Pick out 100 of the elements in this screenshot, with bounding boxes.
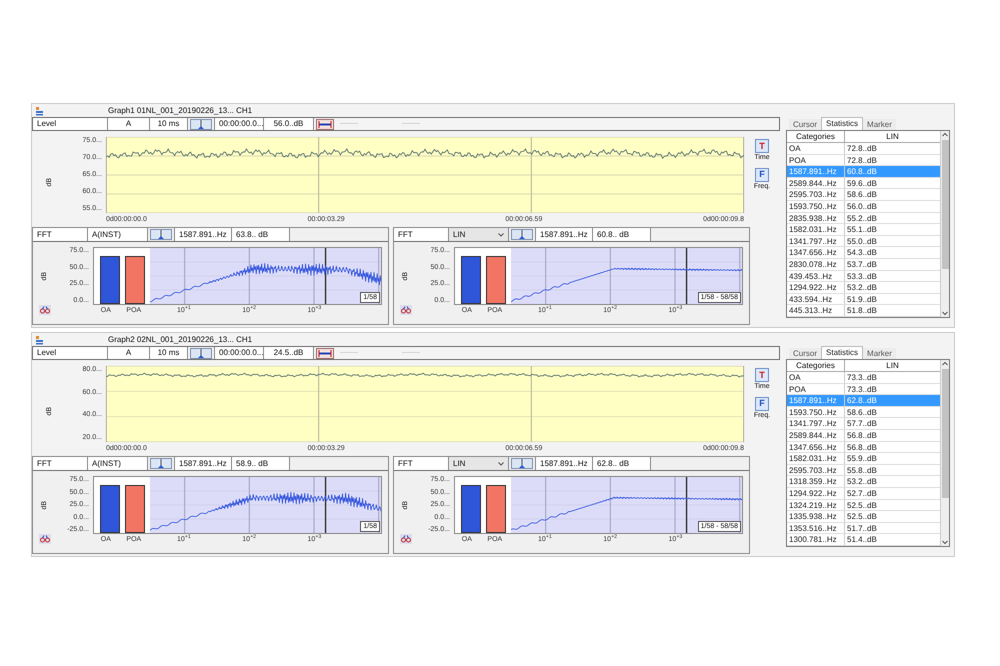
chevron-down-icon [498,462,504,466]
weighting-dropdown[interactable]: LIN [449,457,509,470]
panel-tab[interactable]: Statistics [821,117,864,130]
statistics-row[interactable]: 439.453..Hz 53.3..dB [787,270,940,282]
value-cell-text: 53.7..dB [846,258,878,270]
statistics-row[interactable]: POA 72.8..dB [787,154,940,166]
category-cell: 2595.703..Hz [787,464,845,476]
overall-level-bar [124,256,144,304]
cursor-marker-icon[interactable] [190,118,212,130]
view-toggle-button[interactable]: F [755,168,769,182]
glasses-icon[interactable] [39,305,51,315]
value-cell-text: 55.1..dB [846,224,878,235]
panel-tab[interactable]: Cursor [789,119,822,130]
chevron-up-icon[interactable] [942,131,948,139]
statistics-row[interactable]: 1318.359..Hz 53.2..dB [787,476,940,488]
statistics-row[interactable]: 1347.656..Hz 54.3..dB [787,247,940,259]
cursor-marker-icon[interactable] [150,458,172,469]
cursor-marker-icon[interactable] [190,348,212,358]
range-icon[interactable] [316,118,334,130]
statistics-row[interactable]: 1294.922..Hz 53.2..dB [787,282,940,294]
value-cell-text: 72.8..dB [846,143,878,154]
statistics-row[interactable]: POA 73.3..dB [787,384,940,396]
statistics-row[interactable]: 1324.219..Hz 52.5..dB [787,500,940,512]
scrollbar[interactable] [940,360,949,546]
category-cell: 445.313..Hz [787,305,845,316]
value-cell-text: 51.9..dB [846,294,878,304]
value-cell-text: 59.6..dB [846,178,878,188]
category-cell: 1593.750..Hz [787,406,845,418]
panel-tab[interactable]: Statistics [821,346,864,359]
glasses-icon[interactable] [39,534,51,544]
category-cell: 2589.844..Hz [787,430,845,441]
chevron-down-icon[interactable] [942,308,948,317]
panel-tab[interactable]: Cursor [789,348,822,359]
statistics-row[interactable]: 1582.031..Hz 55.9..dB [787,453,940,465]
statistics-row[interactable]: 1300.781..Hz 51.4..dB [787,534,940,546]
value-field: 62.8.. dB [593,457,651,470]
overall-level-bar [460,485,480,533]
statistics-row[interactable]: 1341.797..Hz 57.7..dB [787,418,940,430]
weighting-dropdown[interactable]: LIN [449,228,509,241]
chevron-down-icon[interactable] [942,538,948,546]
overall-level-bar [460,256,480,304]
value-field: 63.8.. dB [232,228,290,241]
statistics-row[interactable]: 1582.031..Hz 55.1..dB [787,224,940,236]
frequency-field: 1587.891..Hz [535,457,593,470]
view-toggle-button[interactable]: T [754,139,769,153]
statistics-row[interactable]: OA 72.8..dB [787,143,940,155]
category-cell: POA [787,384,845,394]
category-cell: OA [787,372,845,383]
statistics-row[interactable]: 445.313..Hz 51.8..dB [787,305,940,317]
category-cell: 2835.938..Hz [787,212,845,224]
statistics-row[interactable]: 2595.703..Hz 58.6..dB [787,189,940,201]
statistics-row[interactable]: 2830.078..Hz 53.7..dB [787,258,940,271]
statistics-row[interactable]: 1593.750..Hz 58.6..dB [787,406,940,418]
cursor-marker-icon[interactable] [150,229,172,240]
column-header[interactable]: Categories [787,131,845,142]
column-header[interactable]: LIN [845,360,940,371]
scrollbar[interactable] [940,131,949,317]
frequency-field: 1587.891..Hz [174,228,232,241]
statistics-row[interactable]: 1294.922..Hz 52.7..dB [787,488,940,500]
value-cell-text: 55.9..dB [846,453,878,464]
value-cell-text: 55.8..dB [846,464,878,476]
category-cell: 2595.703..Hz [787,189,845,200]
category-cell: 1593.750..Hz [787,200,845,212]
value-cell-text: 52.5..dB [846,511,878,522]
category-cell: 1294.922..Hz [787,488,845,499]
weighting-field: A [108,118,150,130]
value-cell-text: 51.7..dB [846,522,878,534]
value-cell-text: 60.8..dB [846,166,878,177]
glasses-icon[interactable] [400,534,412,544]
value-field: 58.9.. dB [232,457,290,470]
statistics-row[interactable]: 2835.938..Hz 55.2..dB [787,212,940,224]
view-toggle-button[interactable]: T [754,368,769,382]
glasses-icon[interactable] [400,305,412,315]
statistics-row[interactable]: OA 73.3..dB [787,372,940,384]
interval-field: 10 ms [150,347,188,359]
mode-field: Level [33,118,108,130]
chevron-up-icon[interactable] [942,360,948,368]
column-header[interactable]: LIN [845,131,940,142]
value-field: 60.8.. dB [593,228,651,241]
statistics-row[interactable]: 1593.750..Hz 56.0..dB [787,200,940,213]
statistics-row[interactable]: 433.594..Hz 51.9..dB [787,294,940,306]
column-header[interactable]: Categories [787,360,845,371]
statistics-row[interactable]: 1335.938..Hz 52.5..dB [787,511,940,523]
value-cell-text: 58.6..dB [846,189,878,200]
category-cell: 1347.656..Hz [787,442,845,452]
statistics-row[interactable]: 2589.844..Hz 59.6..dB [787,178,940,190]
panel-tab[interactable]: Marker [863,119,896,130]
overall-level-bar [100,485,120,533]
view-toggle-button[interactable]: F [755,396,769,410]
cursor-marker-icon[interactable] [511,229,533,240]
weighting-field: A [108,347,150,359]
category-cell: 1300.781..Hz [787,534,845,545]
statistics-row[interactable]: 2595.703..Hz 55.8..dB [787,464,940,476]
statistics-row[interactable]: 1353.516..Hz 51.7..dB [787,522,940,534]
panel-tab[interactable]: Marker [863,348,896,359]
range-icon[interactable] [316,348,334,358]
statistics-row[interactable]: 1341.797..Hz 55.0..dB [787,236,940,248]
cursor-marker-icon[interactable] [511,458,533,469]
statistics-row[interactable]: 1347.656..Hz 56.8..dB [787,442,940,454]
statistics-row[interactable]: 2589.844..Hz 56.8..dB [787,430,940,442]
